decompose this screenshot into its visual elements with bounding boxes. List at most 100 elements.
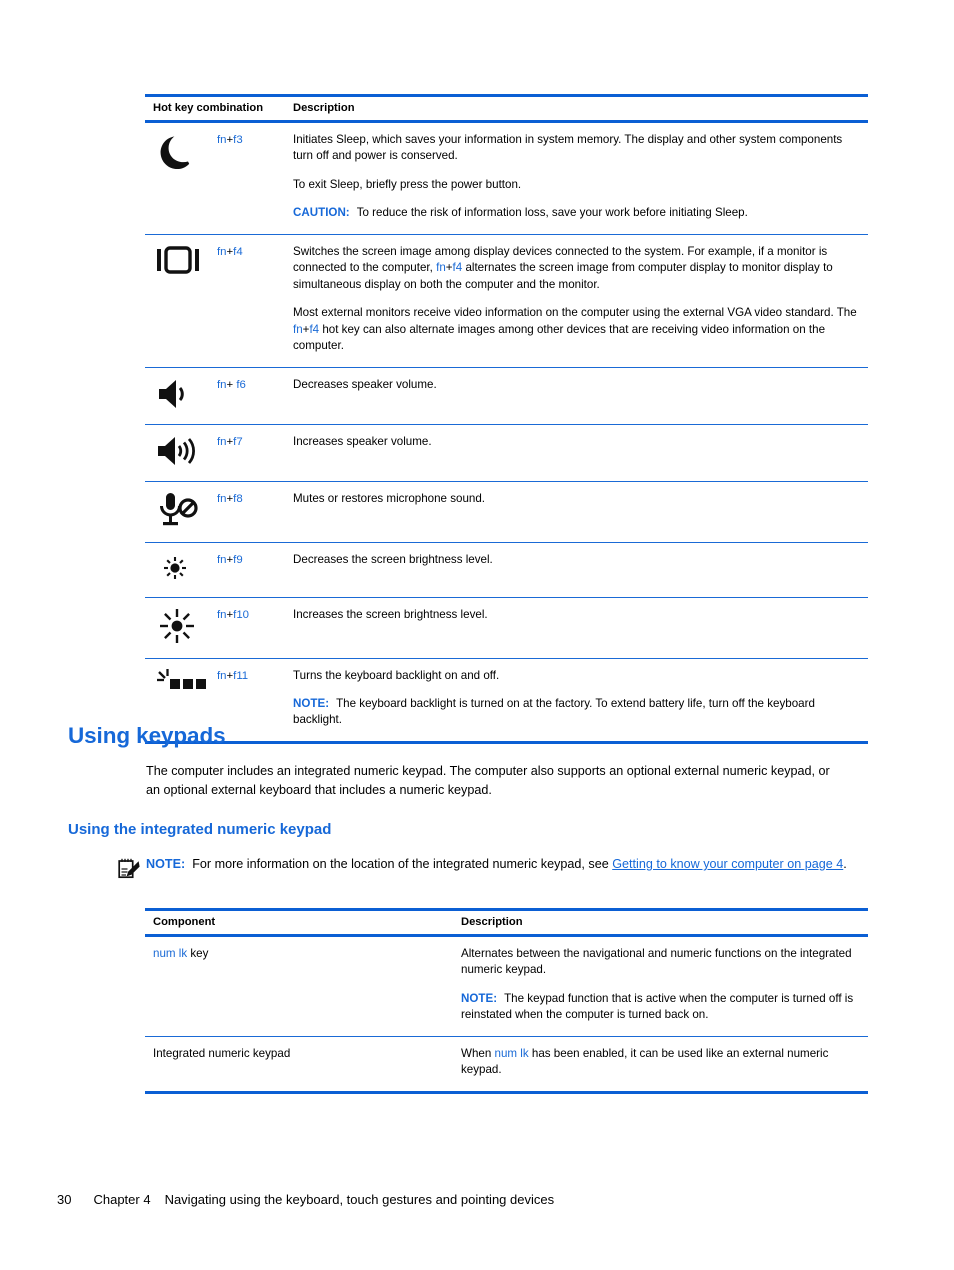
hotkey-fn-label: fn <box>217 553 227 566</box>
table-row: fn+f11 Turns the keyboard backlight on a… <box>145 658 868 744</box>
display-switch-icon <box>155 243 217 277</box>
hotkey-description-cell: Increases the screen brightness level. <box>285 597 868 659</box>
note-text: The keypad function that is active when … <box>461 991 854 1022</box>
hotkey-description-cell: Decreases speaker volume. <box>285 367 868 425</box>
hotkey-icon-cell <box>145 424 217 482</box>
component-label-rest: key <box>187 947 209 960</box>
hotkey-description-cell: Increases speaker volume. <box>285 424 868 482</box>
hotkey-icon-cell <box>145 234 217 368</box>
note-text-wrapper: NOTE: For more information on the locatio… <box>146 855 858 874</box>
hotkey-description-cell: Decreases the screen brightness level. <box>285 542 868 598</box>
keyboard-backlight-icon <box>155 667 217 699</box>
section-intro-paragraph: The computer includes an integrated nume… <box>146 764 830 798</box>
section-heading: Using keypads <box>68 723 226 748</box>
footer-page-number: 30 <box>57 1192 72 1207</box>
hotkey-key-label: f4 <box>233 245 243 258</box>
table-row: fn+f7 Increases speaker volume. <box>145 424 868 482</box>
page-footer: 30 Chapter 4 Navigating using the keyboard… <box>57 1192 554 1207</box>
table-row: fn+f10 Increases the screen brightness l… <box>145 597 868 659</box>
hotkey-icon-cell <box>145 481 217 543</box>
hotkey-fn-label: fn <box>217 245 227 258</box>
volume-down-icon <box>155 376 217 412</box>
microphone-mute-icon <box>155 490 217 530</box>
brightness-down-icon <box>155 551 217 585</box>
description-paragraph: Increases the screen brightness level. <box>293 607 488 621</box>
note-label: NOTE: <box>461 991 498 1005</box>
hotkey-description-cell: Switches the screen image among display … <box>285 234 868 368</box>
table-row: num lk key Alternates between the naviga… <box>145 935 868 1037</box>
hotkey-description-cell: Mutes or restores microphone sound. <box>285 481 868 543</box>
hotkey-fn-label: fn <box>217 669 227 682</box>
description-paragraph: To exit Sleep, briefly press the power b… <box>293 177 522 191</box>
cross-reference-link[interactable]: Getting to know your computer on page 4 <box>612 857 843 871</box>
component-description-cell: Alternates between the navigational and … <box>453 935 868 1037</box>
document-page: Hot key combination Description fn+f3 In… <box>0 0 954 1270</box>
hotkey-key-label: f8 <box>233 492 243 505</box>
note-pad-pencil-icon <box>118 858 140 879</box>
hotkey-key-label: f9 <box>233 553 243 566</box>
component-label-rest: Integrated numeric keypad <box>153 1046 291 1060</box>
table-row: fn+f9 Decreases the screen brightness le… <box>145 542 868 598</box>
note-callout-block: NOTE: For more information on the locatio… <box>118 855 858 879</box>
description-paragraph: Switches the screen image among display … <box>293 244 833 291</box>
volume-up-icon <box>155 433 217 469</box>
hotkey-key-label: f7 <box>233 435 243 448</box>
table-row: fn+f8 Mutes or restores microphone sound… <box>145 481 868 543</box>
footer-chapter: Chapter 4 <box>93 1192 151 1207</box>
table-row: fn+ f6 Decreases speaker volume. <box>145 367 868 425</box>
hotkey-icon-cell <box>145 121 217 235</box>
subsection-heading: Using the integrated numeric keypad <box>68 821 332 838</box>
table-row: Integrated numeric keypad When num lk ha… <box>145 1036 868 1094</box>
hotkey-combo-cell: fn+f9 <box>217 542 285 598</box>
note-text: The keyboard backlight is turned on at t… <box>293 696 815 727</box>
column-header-description: Description <box>285 94 868 123</box>
description-paragraph: Most external monitors receive video inf… <box>293 306 857 353</box>
hotkey-combo-cell: fn+ f6 <box>217 367 285 425</box>
caution-text: To reduce the risk of information loss, … <box>356 206 748 220</box>
hotkey-combo-cell: fn+f10 <box>217 597 285 659</box>
hotkey-key-label: f10 <box>233 608 249 621</box>
description-paragraph: Decreases the screen brightness level. <box>293 552 493 566</box>
hotkey-plus: + <box>226 378 237 391</box>
moon-icon <box>155 131 217 175</box>
hotkey-description-cell: Turns the keyboard backlight on and off.… <box>285 658 868 744</box>
note-callout: NOTE: The keyboard backlight is turned on… <box>293 696 858 729</box>
hotkey-fn-label: fn <box>217 134 227 146</box>
hotkey-fn-label: fn <box>217 378 227 391</box>
hotkey-combo-cell: fn+f11 <box>217 658 285 744</box>
description-paragraph: Increases speaker volume. <box>293 434 432 448</box>
column-header-description: Description <box>453 908 868 937</box>
inline-hotkey-key: f4 <box>309 322 320 336</box>
hotkey-combo-cell: fn+f3 <box>217 121 285 235</box>
description-paragraph: Turns the keyboard backlight on and off. <box>293 668 500 682</box>
hotkey-description-cell: Initiates Sleep, which saves your inform… <box>285 121 868 235</box>
hotkey-key-label: f3 <box>233 134 243 146</box>
table-row: fn+f4 Switches the screen image among di… <box>145 234 868 368</box>
column-header-component: Component <box>145 908 453 937</box>
note-callout: NOTE: The keypad function that is active … <box>461 991 858 1024</box>
note-label: NOTE: <box>293 696 330 710</box>
component-description-cell: When num lk has been enabled, it can be … <box>453 1036 868 1094</box>
table-header-row: Component Description <box>145 908 868 937</box>
footer-chapter-title: Navigating using the keyboard, touch ges… <box>164 1192 555 1207</box>
hotkey-combo-cell: fn+f8 <box>217 481 285 543</box>
hotkey-icon-cell <box>145 542 217 598</box>
description-paragraph: When num lk has been enabled, it can be … <box>461 1046 858 1079</box>
inline-hotkey-fn: fn <box>293 322 303 336</box>
desc-before-key: When <box>461 1046 495 1060</box>
note-text-before-link: For more information on the location of … <box>192 857 613 871</box>
hotkey-fn-label: fn <box>217 608 227 621</box>
hotkey-key-label: f11 <box>233 669 249 682</box>
hotkey-combo-cell: fn+f7 <box>217 424 285 482</box>
hotkey-icon-cell <box>145 367 217 425</box>
hotkey-fn-label: fn <box>217 435 227 448</box>
note-text-after-link: . <box>843 857 847 871</box>
keypad-component-table: Component Description num lk key Alterna… <box>145 908 868 1094</box>
brightness-up-icon <box>155 606 217 646</box>
inline-hotkey-fn: fn <box>436 261 446 275</box>
hotkey-icon-cell <box>145 597 217 659</box>
caution-callout: CAUTION: To reduce the risk of informatio… <box>293 205 858 221</box>
note-label: NOTE: <box>146 857 186 871</box>
description-paragraph: Mutes or restores microphone sound. <box>293 491 486 505</box>
hotkey-table: Hot key combination Description fn+f3 In… <box>145 94 868 744</box>
